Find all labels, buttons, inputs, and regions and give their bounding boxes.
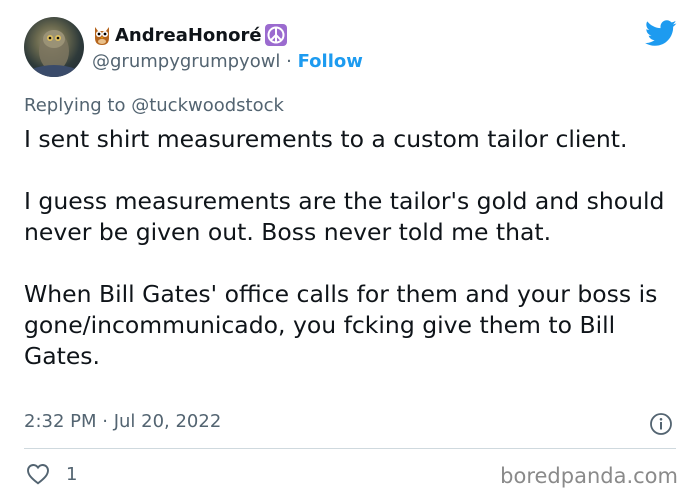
tweet-text: I sent shirt measurements to a custom ta…	[24, 124, 684, 372]
follow-button[interactable]: Follow	[298, 51, 363, 72]
watermark: boredpanda.com	[500, 464, 678, 488]
reply-prefix: Replying to	[24, 95, 132, 116]
info-icon[interactable]	[649, 412, 673, 436]
owl-emoji-icon	[92, 24, 112, 46]
replying-to-line: Replying to @tuckwoodstock	[24, 95, 284, 116]
tweet-timestamp[interactable]: 2:32 PM · Jul 20, 2022	[24, 411, 221, 432]
handle-separator: ·	[280, 51, 298, 72]
twitter-bird-icon[interactable]	[645, 20, 677, 47]
name-row: AndreaHonoré	[92, 22, 363, 48]
divider	[24, 448, 676, 449]
like-action: 1	[26, 463, 77, 485]
tweet-paragraph: I guess measurements are the tailor's go…	[24, 187, 665, 246]
user-handle[interactable]: @grumpygrumpyowl	[92, 51, 280, 72]
like-count: 1	[66, 463, 78, 485]
tweet-paragraph: I sent shirt measurements to a custom ta…	[24, 125, 628, 153]
tweet-header: AndreaHonoré @grumpygrumpyowl · Follow	[92, 22, 363, 72]
avatar-owl-image	[32, 30, 76, 77]
handle-row: @grumpygrumpyowl · Follow	[92, 51, 363, 72]
heart-outline-icon[interactable]	[26, 463, 50, 485]
reply-to-handle-link[interactable]: @tuckwoodstock	[131, 95, 284, 116]
avatar[interactable]	[24, 17, 84, 77]
display-name[interactable]: AndreaHonoré	[115, 25, 262, 46]
tweet-paragraph: When Bill Gates' office calls for them a…	[24, 280, 658, 370]
peace-symbol-icon	[264, 24, 287, 46]
